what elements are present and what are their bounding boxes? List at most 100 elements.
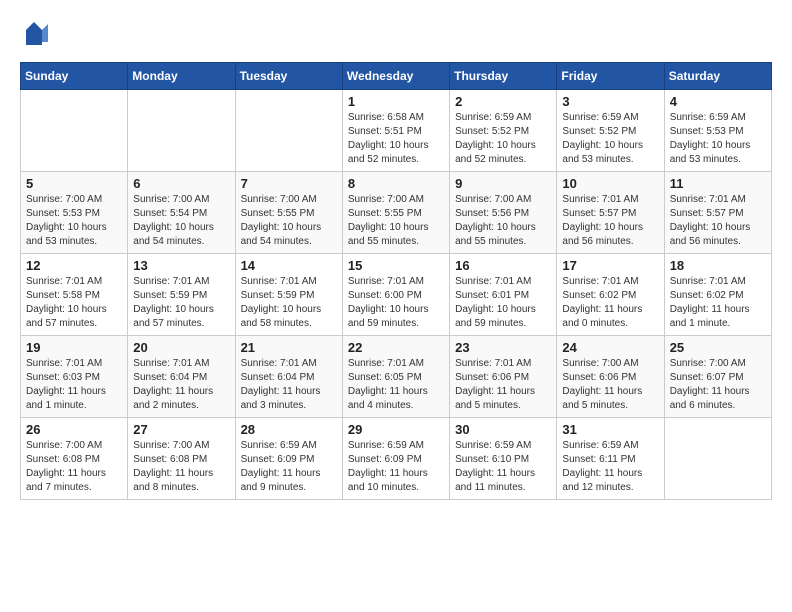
day-number: 31 xyxy=(562,422,658,437)
day-number: 25 xyxy=(670,340,766,355)
calendar-cell: 22 Sunrise: 7:01 AM Sunset: 6:05 PM Dayli… xyxy=(342,336,449,418)
calendar-week-row: 12 Sunrise: 7:01 AM Sunset: 5:58 PM Dayli… xyxy=(21,254,772,336)
calendar-cell xyxy=(235,90,342,172)
calendar-cell: 28Sunrise: 6:59 AM Sunset: 6:09 PM Dayli… xyxy=(235,418,342,500)
day-info: Sunrise: 7:01 AM Sunset: 5:59 PM Dayligh… xyxy=(133,275,229,331)
day-info: Sunrise: 7:01 AM Sunset: 6:06 PM Dayligh… xyxy=(455,357,551,413)
day-number: 13 xyxy=(133,258,229,273)
day-number: 28 xyxy=(241,422,337,437)
day-number: 18 xyxy=(670,258,766,273)
calendar-cell: 11Sunrise: 7:01 AM Sunset: 5:57 PM Dayli… xyxy=(664,172,771,254)
calendar-cell: 7Sunrise: 7:00 AM Sunset: 5:55 PM Daylig… xyxy=(235,172,342,254)
calendar-cell: 30Sunrise: 6:59 AM Sunset: 6:10 PM Dayli… xyxy=(450,418,557,500)
day-number: 4 xyxy=(670,94,766,109)
day-info: Sunrise: 7:01 AM Sunset: 6:05 PM Dayligh… xyxy=(348,357,444,413)
calendar-cell: 26Sunrise: 7:00 AM Sunset: 6:08 PM Dayli… xyxy=(21,418,128,500)
day-info: Sunrise: 7:01 AM Sunset: 6:04 PM Dayligh… xyxy=(133,357,229,413)
calendar-cell: 8 Sunrise: 7:00 AM Sunset: 5:55 PM Daylig… xyxy=(342,172,449,254)
day-info: Sunrise: 7:00 AM Sunset: 6:08 PM Dayligh… xyxy=(26,439,122,495)
day-number: 29 xyxy=(348,422,444,437)
day-number: 3 xyxy=(562,94,658,109)
calendar-cell: 31 Sunrise: 6:59 AM Sunset: 6:11 PM Dayli… xyxy=(557,418,664,500)
day-info: Sunrise: 7:00 AM Sunset: 5:53 PM Dayligh… xyxy=(26,193,122,249)
calendar-cell: 23 Sunrise: 7:01 AM Sunset: 6:06 PM Dayli… xyxy=(450,336,557,418)
day-info: Sunrise: 6:59 AM Sunset: 5:53 PM Dayligh… xyxy=(670,111,766,167)
calendar-cell xyxy=(664,418,771,500)
day-number: 16 xyxy=(455,258,551,273)
day-info: Sunrise: 7:00 AM Sunset: 5:55 PM Dayligh… xyxy=(241,193,337,249)
calendar-cell: 10 Sunrise: 7:01 AM Sunset: 5:57 PM Dayli… xyxy=(557,172,664,254)
day-number: 20 xyxy=(133,340,229,355)
header xyxy=(20,20,772,48)
day-info: Sunrise: 7:01 AM Sunset: 5:58 PM Dayligh… xyxy=(26,275,122,331)
weekday-header-row: SundayMondayTuesdayWednesdayThursdayFrid… xyxy=(21,63,772,90)
day-info: Sunrise: 6:59 AM Sunset: 6:10 PM Dayligh… xyxy=(455,439,551,495)
logo xyxy=(20,20,52,48)
day-info: Sunrise: 6:58 AM Sunset: 5:51 PM Dayligh… xyxy=(348,111,444,167)
day-info: Sunrise: 7:00 AM Sunset: 6:07 PM Dayligh… xyxy=(670,357,766,413)
day-info: Sunrise: 6:59 AM Sunset: 5:52 PM Dayligh… xyxy=(562,111,658,167)
weekday-header-wednesday: Wednesday xyxy=(342,63,449,90)
day-info: Sunrise: 7:00 AM Sunset: 5:55 PM Dayligh… xyxy=(348,193,444,249)
day-number: 8 xyxy=(348,176,444,191)
weekday-header-thursday: Thursday xyxy=(450,63,557,90)
day-info: Sunrise: 6:59 AM Sunset: 5:52 PM Dayligh… xyxy=(455,111,551,167)
day-number: 15 xyxy=(348,258,444,273)
day-number: 23 xyxy=(455,340,551,355)
calendar-cell: 1 Sunrise: 6:58 AM Sunset: 5:51 PM Daylig… xyxy=(342,90,449,172)
day-info: Sunrise: 7:00 AM Sunset: 5:56 PM Dayligh… xyxy=(455,193,551,249)
calendar-cell: 17 Sunrise: 7:01 AM Sunset: 6:02 PM Dayli… xyxy=(557,254,664,336)
calendar-week-row: 19Sunrise: 7:01 AM Sunset: 6:03 PM Dayli… xyxy=(21,336,772,418)
day-info: Sunrise: 7:01 AM Sunset: 6:02 PM Dayligh… xyxy=(562,275,658,331)
calendar-cell: 13 Sunrise: 7:01 AM Sunset: 5:59 PM Dayli… xyxy=(128,254,235,336)
calendar-cell: 4 Sunrise: 6:59 AM Sunset: 5:53 PM Daylig… xyxy=(664,90,771,172)
day-info: Sunrise: 6:59 AM Sunset: 6:09 PM Dayligh… xyxy=(348,439,444,495)
calendar-cell: 5 Sunrise: 7:00 AM Sunset: 5:53 PM Daylig… xyxy=(21,172,128,254)
day-number: 27 xyxy=(133,422,229,437)
day-number: 10 xyxy=(562,176,658,191)
day-info: Sunrise: 7:01 AM Sunset: 6:04 PM Dayligh… xyxy=(241,357,337,413)
day-info: Sunrise: 6:59 AM Sunset: 6:11 PM Dayligh… xyxy=(562,439,658,495)
day-number: 12 xyxy=(26,258,122,273)
calendar-cell: 2 Sunrise: 6:59 AM Sunset: 5:52 PM Daylig… xyxy=(450,90,557,172)
weekday-header-sunday: Sunday xyxy=(21,63,128,90)
calendar-cell: 15 Sunrise: 7:01 AM Sunset: 6:00 PM Dayli… xyxy=(342,254,449,336)
day-number: 17 xyxy=(562,258,658,273)
calendar-cell: 19Sunrise: 7:01 AM Sunset: 6:03 PM Dayli… xyxy=(21,336,128,418)
day-number: 2 xyxy=(455,94,551,109)
calendar-cell: 27 Sunrise: 7:00 AM Sunset: 6:08 PM Dayli… xyxy=(128,418,235,500)
calendar-cell: 14Sunrise: 7:01 AM Sunset: 5:59 PM Dayli… xyxy=(235,254,342,336)
calendar-page: SundayMondayTuesdayWednesdayThursdayFrid… xyxy=(0,0,792,510)
logo-icon xyxy=(20,20,48,48)
weekday-header-tuesday: Tuesday xyxy=(235,63,342,90)
calendar-cell: 12 Sunrise: 7:01 AM Sunset: 5:58 PM Dayli… xyxy=(21,254,128,336)
calendar-cell: 20 Sunrise: 7:01 AM Sunset: 6:04 PM Dayli… xyxy=(128,336,235,418)
calendar-table: SundayMondayTuesdayWednesdayThursdayFrid… xyxy=(20,62,772,500)
day-number: 6 xyxy=(133,176,229,191)
day-info: Sunrise: 7:01 AM Sunset: 6:00 PM Dayligh… xyxy=(348,275,444,331)
day-number: 22 xyxy=(348,340,444,355)
day-info: Sunrise: 7:00 AM Sunset: 5:54 PM Dayligh… xyxy=(133,193,229,249)
day-number: 5 xyxy=(26,176,122,191)
day-info: Sunrise: 7:01 AM Sunset: 6:02 PM Dayligh… xyxy=(670,275,766,331)
weekday-header-saturday: Saturday xyxy=(664,63,771,90)
day-info: Sunrise: 7:00 AM Sunset: 6:06 PM Dayligh… xyxy=(562,357,658,413)
calendar-cell: 6 Sunrise: 7:00 AM Sunset: 5:54 PM Daylig… xyxy=(128,172,235,254)
day-info: Sunrise: 7:01 AM Sunset: 6:01 PM Dayligh… xyxy=(455,275,551,331)
day-number: 1 xyxy=(348,94,444,109)
calendar-cell: 21 Sunrise: 7:01 AM Sunset: 6:04 PM Dayli… xyxy=(235,336,342,418)
calendar-cell: 25 Sunrise: 7:00 AM Sunset: 6:07 PM Dayli… xyxy=(664,336,771,418)
calendar-cell: 29 Sunrise: 6:59 AM Sunset: 6:09 PM Dayli… xyxy=(342,418,449,500)
day-info: Sunrise: 7:00 AM Sunset: 6:08 PM Dayligh… xyxy=(133,439,229,495)
day-number: 21 xyxy=(241,340,337,355)
calendar-cell xyxy=(21,90,128,172)
calendar-cell: 16 Sunrise: 7:01 AM Sunset: 6:01 PM Dayli… xyxy=(450,254,557,336)
day-number: 14 xyxy=(241,258,337,273)
day-number: 24 xyxy=(562,340,658,355)
day-number: 9 xyxy=(455,176,551,191)
calendar-cell: 9 Sunrise: 7:00 AM Sunset: 5:56 PM Daylig… xyxy=(450,172,557,254)
calendar-cell xyxy=(128,90,235,172)
weekday-header-monday: Monday xyxy=(128,63,235,90)
day-info: Sunrise: 7:01 AM Sunset: 5:57 PM Dayligh… xyxy=(562,193,658,249)
day-info: Sunrise: 7:01 AM Sunset: 5:57 PM Dayligh… xyxy=(670,193,766,249)
